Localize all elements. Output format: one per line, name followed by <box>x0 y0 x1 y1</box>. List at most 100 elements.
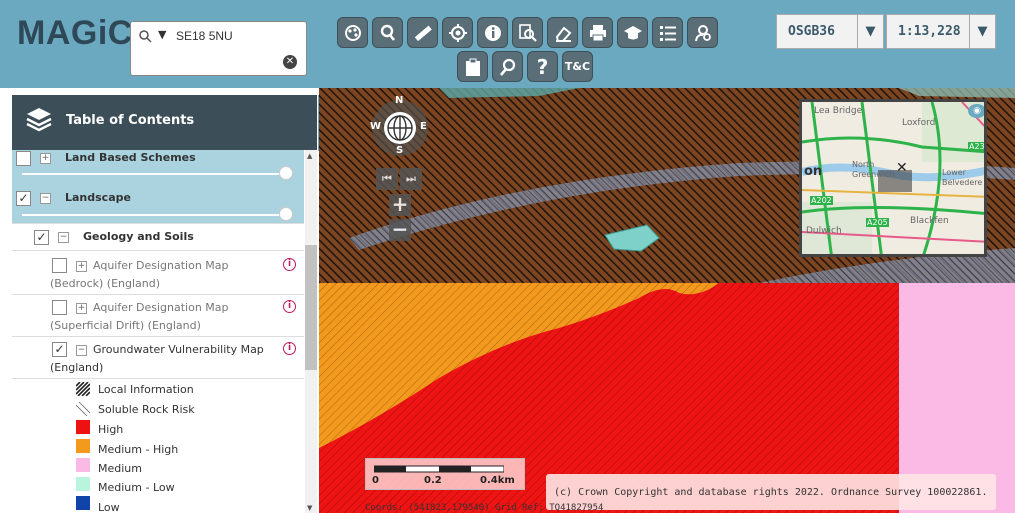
app-logo[interactable]: MAGiC <box>17 14 133 53</box>
toc-layer-checkbox[interactable] <box>52 258 67 273</box>
transparency-slider[interactable] <box>22 173 292 175</box>
measure-tool-button[interactable] <box>407 17 438 48</box>
copyright-text: (c) Crown Copyright and database rights … <box>554 487 988 498</box>
toc-subgroup-label: Geology and Soils <box>83 230 194 243</box>
scale-bar: 0 0.2 0.4km <box>365 458 525 490</box>
scale-dropdown-button[interactable]: ▼ <box>969 14 996 49</box>
clipboard-icon <box>465 58 480 76</box>
legend-swatch-medium <box>76 458 90 472</box>
legend-swatch-high <box>76 420 90 434</box>
toc-group-expander[interactable]: + <box>40 153 51 164</box>
scrollbar-thumb[interactable] <box>305 245 317 370</box>
zoom-out-button[interactable]: − <box>389 219 411 241</box>
compass-widget[interactable]: N S E W <box>370 95 430 158</box>
toc-subgroup-expander[interactable]: − <box>58 232 69 243</box>
divider <box>12 294 304 295</box>
terms-icon: T&C <box>564 60 591 73</box>
divider <box>12 378 304 379</box>
toc-group-land-based-schemes: + Land Based Schemes <box>12 150 304 183</box>
overview-map[interactable]: Lea Bridge Loxford North Greenwich Lower… <box>799 99 987 257</box>
help-icon: ? <box>536 54 549 79</box>
clear-search-icon[interactable]: ✕ <box>283 55 297 69</box>
hatch-dense-swatch <box>76 382 90 396</box>
toc-layer-label[interactable]: Groundwater Vulnerability Map <box>93 343 264 356</box>
toc-layer-label-line2[interactable]: (England) <box>50 361 103 374</box>
toc-layer-expander[interactable]: + <box>76 303 87 314</box>
transparency-slider[interactable] <box>22 214 292 216</box>
copyright-notice: (c) Crown Copyright and database rights … <box>546 474 996 510</box>
legend-label: Low <box>98 501 120 513</box>
toc-group-landscape: ✓ − Landscape <box>12 183 304 223</box>
chevron-down-icon: ▼ <box>977 24 988 39</box>
search-box[interactable]: ▼ SE18 5NU ✕ <box>130 21 307 76</box>
ruler-icon <box>414 25 432 41</box>
plus-icon: + <box>391 192 409 216</box>
print-tool-button[interactable] <box>582 17 613 48</box>
toc-group-label: Landscape <box>65 191 131 204</box>
toc-layer-label-line2[interactable]: (Bedrock) (England) <box>50 277 160 290</box>
toc-subgroup-checkbox[interactable]: ✓ <box>34 230 49 245</box>
locate-tool-button[interactable] <box>442 17 473 48</box>
overview-marker-icon: ✕ <box>896 160 908 176</box>
overview-toggle-eye-icon[interactable]: ◉ <box>968 104 984 118</box>
overview-label: on <box>804 164 823 179</box>
slider-handle[interactable] <box>279 207 293 221</box>
search-tool-button[interactable] <box>372 17 403 48</box>
overview-label: Blackfen <box>910 216 949 226</box>
divider <box>12 250 304 251</box>
toc-layer-checkbox[interactable] <box>52 300 67 315</box>
layer-info-icon[interactable]: i <box>283 342 296 355</box>
projection-select[interactable]: OSGB36 <box>776 14 858 49</box>
layer-info-icon[interactable]: i <box>283 258 296 271</box>
terms-button[interactable]: T&C <box>562 51 593 82</box>
training-tool-button[interactable] <box>617 17 648 48</box>
compass-s: S <box>396 145 404 156</box>
overview-road-label: A202 <box>810 196 833 205</box>
help-button[interactable]: ? <box>527 51 558 82</box>
layers-icon <box>344 24 361 41</box>
toc-layer-expander[interactable]: − <box>76 345 87 356</box>
projection-dropdown-button[interactable]: ▼ <box>857 14 884 49</box>
toc-layer-expander[interactable]: + <box>76 261 87 272</box>
info-tool-button[interactable] <box>477 17 508 48</box>
toc-group-expander[interactable]: − <box>40 193 51 204</box>
legend-label: Medium <box>98 462 142 475</box>
next-extent-button[interactable]: ⏭ <box>400 168 422 190</box>
toc-layer-label-line2[interactable]: (Superficial Drift) (England) <box>50 319 201 332</box>
legend-label: High <box>98 423 124 436</box>
map-canvas[interactable]: N S E W ⏮ ⏭ + − Lea Bridge Loxford North… <box>319 88 1015 513</box>
search-input[interactable]: SE18 5NU <box>176 29 233 43</box>
identify-tool-button[interactable] <box>512 17 543 48</box>
eraser-icon <box>555 26 571 42</box>
overview-label: Lower Belvedere <box>942 168 983 187</box>
scroll-down-icon[interactable]: ▼ <box>307 504 312 512</box>
zoom-in-button[interactable]: + <box>389 194 411 216</box>
list-tool-button[interactable] <box>652 17 683 48</box>
chevron-down-icon: ▼ <box>865 24 876 39</box>
toc-group-checkbox[interactable] <box>16 151 31 166</box>
coordinates-readout: Coords: (541823,179540) Grid Ref: TQ4182… <box>365 503 604 513</box>
eraser-tool-button[interactable] <box>547 17 578 48</box>
layers-tool-button[interactable] <box>337 17 368 48</box>
slider-handle[interactable] <box>279 166 293 180</box>
overview-label: Lea Bridge <box>814 106 863 116</box>
legend-swatch-medium-low <box>76 477 90 491</box>
search-mode-dropdown[interactable]: ▼ <box>158 28 166 41</box>
toc-group-checkbox[interactable]: ✓ <box>16 191 31 206</box>
clipboard-tool-button[interactable] <box>457 51 488 82</box>
toc-layer-label[interactable]: Aquifer Designation Map <box>93 301 229 314</box>
user-search-tool-button[interactable] <box>687 17 718 48</box>
layer-info-icon[interactable]: i <box>283 300 296 313</box>
find-tool-button[interactable] <box>492 51 523 82</box>
legend-label: Medium - High <box>98 443 179 456</box>
toc-layer-checkbox[interactable]: ✓ <box>52 342 67 357</box>
hatch-light-swatch <box>76 402 90 416</box>
locate-icon <box>448 23 467 42</box>
legend-swatch-low <box>76 496 90 510</box>
toc-title: Table of Contents <box>66 113 195 128</box>
scale-select[interactable]: 1:13,228 <box>886 14 970 49</box>
toc-layer-label[interactable]: Aquifer Designation Map <box>93 259 229 272</box>
previous-extent-button[interactable]: ⏮ <box>376 168 398 190</box>
top-toolbar: MAGiC ▼ SE18 5NU ✕ ? T&C OSGB36 ▼ 1:13,2… <box>0 0 1015 88</box>
scroll-up-icon[interactable]: ▲ <box>307 152 312 160</box>
